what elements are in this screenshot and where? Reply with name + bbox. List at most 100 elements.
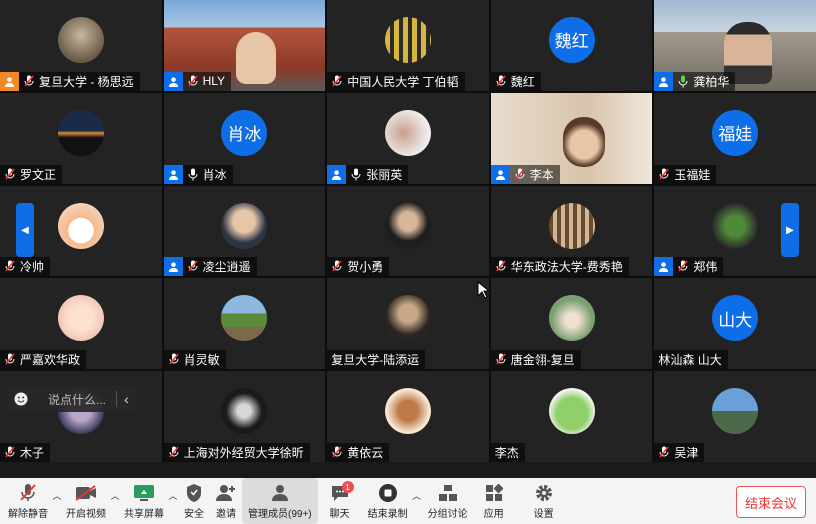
settings-button[interactable]: 设置 bbox=[528, 478, 560, 524]
chevron-right-icon: ▶ bbox=[786, 224, 794, 236]
participant-tile[interactable]: 李本 bbox=[490, 92, 653, 184]
mic-muted-icon bbox=[493, 350, 509, 369]
participant-name: 冷帅 bbox=[20, 260, 45, 275]
participant-name: 严嘉欢华政 bbox=[20, 353, 81, 368]
participant-tile[interactable]: 张丽英 bbox=[327, 92, 489, 184]
audio-options-caret[interactable]: ︿ bbox=[52, 489, 62, 502]
chat-placeholder[interactable]: 说点什么... bbox=[34, 391, 116, 408]
mic-muted-icon bbox=[656, 443, 672, 462]
mic-muted-icon bbox=[166, 350, 182, 369]
manage-members-button[interactable]: 管理成员(99+) bbox=[242, 478, 318, 524]
host-icon bbox=[163, 164, 183, 184]
mic-active-icon bbox=[675, 72, 691, 91]
breakout-icon bbox=[436, 482, 460, 504]
members-icon bbox=[268, 482, 292, 504]
name-bar: 李杰 bbox=[490, 443, 525, 462]
chevron-left-icon: ◀ bbox=[21, 224, 29, 236]
participant-tile[interactable]: 凌尘逍遥 bbox=[163, 185, 326, 277]
participant-avatar: 山大 bbox=[712, 295, 759, 342]
participant-tile[interactable]: 复旦大学 - 杨思远 bbox=[0, 0, 162, 91]
invite-button[interactable]: 邀请 bbox=[210, 478, 242, 524]
participant-name: 复旦大学 - 杨思远 bbox=[39, 74, 134, 89]
start-video-button[interactable]: 开启视频 bbox=[62, 478, 110, 524]
camera-off-icon bbox=[74, 482, 98, 504]
participant-tile[interactable]: 木子 bbox=[0, 371, 162, 462]
share-screen-button[interactable]: 共享屏幕 bbox=[120, 478, 168, 524]
participant-tile[interactable]: 李杰 bbox=[490, 371, 653, 462]
participant-tile[interactable]: 魏红 魏红 bbox=[490, 0, 653, 91]
name-bar: 严嘉欢华政 bbox=[0, 350, 87, 370]
name-bar: 凌尘逍遥 bbox=[163, 257, 257, 277]
mic-on-icon bbox=[348, 165, 364, 184]
meeting-toolbar: 解除静音 ︿ 开启视频 ︿ 共享屏幕 ︿ 安全 邀请 管理成员(99+) 聊天 … bbox=[0, 478, 816, 524]
participant-avatar bbox=[221, 202, 268, 249]
mic-muted-icon bbox=[329, 443, 345, 462]
shield-icon bbox=[182, 482, 206, 504]
participant-tile[interactable]: 吴津 bbox=[654, 371, 816, 462]
participant-name: 郑伟 bbox=[693, 260, 718, 275]
unmute-button[interactable]: 解除静音 bbox=[4, 478, 52, 524]
name-bar: 肖冰 bbox=[163, 164, 233, 184]
recording-options-caret[interactable]: ︿ bbox=[412, 489, 422, 502]
apps-button[interactable]: 应用 bbox=[478, 478, 510, 524]
participant-tile[interactable]: 肖冰 肖冰 bbox=[163, 92, 326, 184]
participant-tile[interactable]: 黄依云 bbox=[327, 371, 489, 462]
participant-tile[interactable]: 山大 林汕森 山大 bbox=[654, 278, 816, 370]
participant-avatar: 福娃 bbox=[712, 109, 759, 156]
participant-tile[interactable]: 严嘉欢华政 bbox=[0, 278, 162, 370]
participant-tile[interactable]: 上海对外经贸大学徐昕 bbox=[163, 371, 326, 462]
prev-page-button[interactable]: ◀ bbox=[16, 203, 34, 257]
host-icon bbox=[163, 71, 183, 91]
participant-name: 上海对外经贸大学徐昕 bbox=[183, 446, 304, 460]
participant-name: 林汕森 山大 bbox=[658, 353, 722, 368]
person-silhouette bbox=[235, 32, 276, 84]
participant-tile[interactable]: 肖灵敏 bbox=[163, 278, 326, 370]
participant-name: 魏红 bbox=[510, 74, 535, 89]
end-meeting-button[interactable]: 结束会议 bbox=[736, 486, 806, 518]
mic-muted-icon bbox=[493, 257, 509, 276]
host-icon bbox=[327, 164, 347, 184]
participant-tile[interactable]: 贺小勇 bbox=[327, 185, 489, 277]
name-bar: 华东政法大学-费秀艳 bbox=[490, 257, 629, 277]
participant-tile[interactable]: HLY bbox=[163, 0, 326, 91]
participant-tile[interactable]: 复旦大学-陆添运 bbox=[327, 278, 489, 370]
participant-tile[interactable]: 唐金翎-复旦 bbox=[490, 278, 653, 370]
name-bar: 张丽英 bbox=[327, 164, 409, 184]
participant-tile[interactable]: 罗文正 bbox=[0, 92, 162, 184]
participant-avatar bbox=[548, 388, 595, 435]
chat-unread-badge: 1 bbox=[341, 481, 354, 493]
chat-label: 聊天 bbox=[329, 509, 350, 520]
participant-tile[interactable]: 福娃 玉福娃 bbox=[654, 92, 816, 184]
participant-name: 中国人民大学 丁伯韬 bbox=[347, 74, 459, 89]
collapse-chat-button[interactable]: ‹ bbox=[116, 391, 136, 407]
end-recording-button[interactable]: 结束录制 bbox=[364, 478, 412, 524]
invite-label: 邀请 bbox=[216, 509, 236, 520]
name-bar: 罗文正 bbox=[0, 164, 63, 184]
next-page-button[interactable]: ▶ bbox=[781, 203, 799, 257]
name-bar: 复旦大学 - 杨思远 bbox=[0, 71, 140, 91]
chat-button[interactable]: 聊天 1 bbox=[324, 478, 356, 524]
mic-muted-icon bbox=[512, 165, 528, 184]
mic-muted-icon bbox=[493, 72, 509, 91]
video-options-caret[interactable]: ︿ bbox=[110, 489, 120, 502]
participant-tile[interactable]: 华东政法大学-费秀艳 bbox=[490, 185, 653, 277]
share-options-caret[interactable]: ︿ bbox=[168, 489, 178, 502]
breakout-button[interactable]: 分组讨论 bbox=[424, 478, 472, 524]
participant-tile[interactable]: 龚柏华 bbox=[654, 0, 816, 91]
mouse-cursor-icon bbox=[477, 281, 489, 299]
unmute-label: 解除静音 bbox=[8, 509, 48, 520]
participant-avatar: 魏红 bbox=[548, 16, 595, 63]
participant-name: 华东政法大学-费秀艳 bbox=[510, 260, 623, 275]
participant-name: 木子 bbox=[20, 446, 45, 460]
host-icon bbox=[490, 164, 510, 184]
participant-name: 唐金翎-复旦 bbox=[510, 353, 575, 368]
security-button[interactable]: 安全 bbox=[178, 478, 210, 524]
chat-input-box[interactable]: 说点什么... ‹ bbox=[8, 386, 136, 412]
participant-tile[interactable]: 中国人民大学 丁伯韬 bbox=[327, 0, 489, 91]
mic-muted-icon bbox=[329, 257, 345, 276]
name-bar: 贺小勇 bbox=[327, 257, 390, 277]
emoji-icon[interactable] bbox=[8, 392, 34, 406]
participant-avatar bbox=[712, 202, 759, 249]
participant-avatar bbox=[57, 109, 104, 156]
mic-muted-icon bbox=[2, 443, 18, 462]
